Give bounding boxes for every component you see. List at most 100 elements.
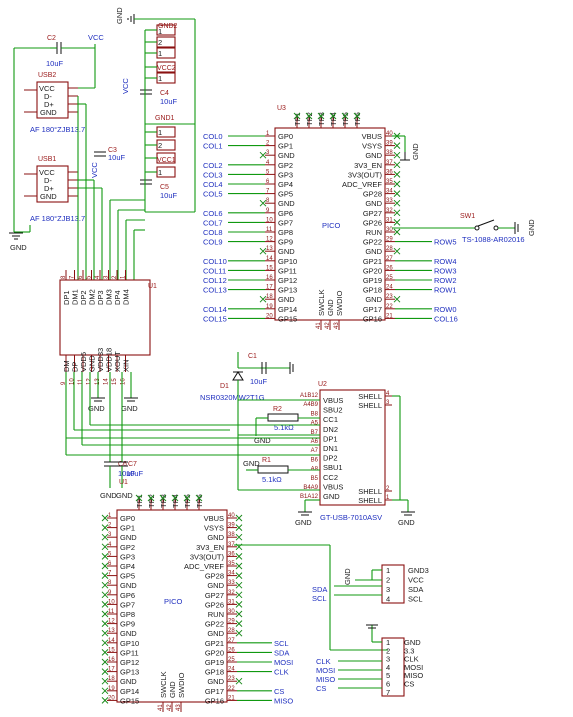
- u4-left-pin: GP3: [120, 552, 135, 561]
- u4-bottom-pin: SWCLK: [159, 671, 168, 698]
- gnd-label-c6: GND: [100, 491, 117, 500]
- u3-left-pin-num: 20: [266, 313, 273, 319]
- u4-right-pin: GP19: [205, 658, 224, 667]
- u4-right-pin-num: 21: [228, 695, 235, 701]
- conn-spi-net-miso: MISO: [316, 675, 335, 684]
- u3-left-pin: GP14: [278, 305, 297, 314]
- schematic-canvas: GND USB2 VCC D- D+ GND AF 180°ZJB13.7 US…: [9, 7, 536, 712]
- pin-1c: 1: [158, 74, 162, 83]
- u4-left-pin: GP4: [120, 562, 135, 571]
- u4-right-pin-num: 32: [228, 590, 235, 596]
- u4-left-pin: GP13: [120, 668, 139, 677]
- r1-resistor: R1 5.1kΩ GND: [243, 457, 320, 484]
- u4-left-pin: GP8: [120, 610, 135, 619]
- u4-right-pins: VBUS 40VSYS 39GND 383V3_EN 373V3(OUT) 36ADC_V…: [184, 513, 243, 705]
- u4-name: PICO: [164, 597, 183, 606]
- u1-top-pins: DP18DM17DP26DM25DP34DM33DP42DM41: [61, 270, 131, 305]
- u2-left-pin-num: B6: [311, 457, 319, 463]
- u3-left-pin-num: 13: [266, 246, 273, 252]
- u3-right-pin: RUN: [366, 228, 382, 237]
- u4-left-pin-num: 10: [108, 599, 115, 605]
- u2-left-pins: VBUSSBU2CC1DN2DP1DN1DP2SBU1CC2VBUSGNDA1B…: [300, 393, 343, 501]
- r1-ref: R1: [262, 457, 271, 464]
- u3-right-pin-num: 25: [386, 275, 393, 281]
- u3-left-pin: GND: [278, 247, 295, 256]
- c5-capacitor: C5 10uF: [140, 179, 178, 200]
- u4-left-pin-num: 17: [108, 667, 115, 673]
- u3-left-pin: GP4: [278, 180, 293, 189]
- u3-right-pin-num: 33: [386, 198, 393, 204]
- u4-right-pin-num: 35: [228, 561, 235, 567]
- u3-right-pin: VBUS: [362, 132, 382, 141]
- usb1-pin-gnd: GND: [40, 192, 57, 201]
- c7-value: 10uF: [126, 469, 144, 478]
- u4-right-pin-num: 39: [228, 523, 235, 529]
- pin-1d: 1: [158, 128, 162, 137]
- conn-spi-label: CS: [404, 680, 414, 689]
- usb2-pin-gnd: GND: [40, 108, 57, 117]
- u2-left-pin-num: B1A12: [300, 494, 319, 500]
- u4-top-pins: TP1 TP2 TP3 TP4 TP5 TP6: [135, 494, 204, 510]
- u3-name: PICO: [322, 221, 341, 230]
- u4-right-pin: GP16: [205, 696, 224, 705]
- u4-right-pin-num: 24: [228, 667, 235, 673]
- u3-right-pin-num: 35: [386, 179, 393, 185]
- u3-left-pin: GP0: [278, 132, 293, 141]
- conn-i2c-label: SDA: [408, 585, 423, 594]
- u4-net-label-right: CS: [274, 687, 284, 696]
- u3-right-pin: GP17: [363, 305, 382, 314]
- d1-part: NSR0320MW2T1G: [200, 393, 265, 402]
- u3-net-label-right: COL16: [434, 314, 458, 323]
- u4-net-label-right: MOSI: [274, 658, 293, 667]
- sw1-part: TS-1088-AR02016: [462, 235, 525, 244]
- gnd-label-u3: GND: [411, 143, 420, 160]
- u3-left-pin: GP11: [278, 266, 297, 275]
- c2-ref: C2: [47, 35, 56, 42]
- vcc-label-top: VCC: [88, 33, 104, 42]
- u4-left-pin-num: 12: [108, 619, 115, 625]
- u4-net-label-right: SDA: [274, 648, 289, 657]
- u3-left-pins: GP01GP12GND3GP24GP35GP46GP57GND8GP69GP71…: [265, 131, 297, 323]
- u3-right-pins: VBUS 40VSYS 39GND 383V3_EN 373V3(OUT) 36ADC_V…: [342, 131, 401, 323]
- u2-left-pin-num: A5: [311, 421, 319, 427]
- u3-left-pin-num: 18: [266, 294, 273, 300]
- u3-net-label-left: COL2: [203, 161, 223, 170]
- u3-right-pin: GP26: [363, 218, 382, 227]
- u4-left-pin: GND: [120, 581, 137, 590]
- u1-bottom-pin-num: 11: [78, 378, 84, 385]
- u4-bottom-pin-num: 43: [176, 704, 182, 711]
- usb2-ref: USB2: [38, 72, 56, 79]
- u4-left-pin: GP14: [120, 687, 139, 696]
- u3-left-pin-num: 15: [266, 265, 273, 271]
- u4-right-pin: VSYS: [204, 524, 224, 533]
- u3-right-pin: GND: [365, 247, 382, 256]
- conn-i2c-label: GND3: [408, 566, 429, 575]
- u2-ref: U2: [318, 381, 327, 388]
- u3-left-pin-num: 14: [266, 256, 273, 262]
- u3-bottom-pin-num: 43: [334, 322, 340, 329]
- u2-part: GT-USB-7010ASV: [320, 513, 382, 522]
- u3-right-pin-num: 36: [386, 169, 393, 175]
- conn-i2c-pin: 2: [386, 576, 390, 585]
- u2-left-pin: CC2: [323, 473, 338, 482]
- u3-right-pin-num: 32: [386, 208, 393, 214]
- usb2-connector: USB2 VCC D- D+ GND AF 180°ZJB13.7: [24, 72, 85, 134]
- gnd-label-usb: GND: [10, 243, 27, 252]
- u4-right-pin: 3V3(OUT): [190, 552, 225, 561]
- u4-right-pin: GND: [207, 533, 224, 542]
- u3-right-pin: GP18: [363, 286, 382, 295]
- u2-left-pin-num: A6: [311, 439, 319, 445]
- pin-1a: 1: [158, 27, 162, 36]
- conn-i2c-pin: 1: [386, 566, 390, 575]
- u3-left-nets: COL0COL1 COL2COL3COL4COL5 COL6COL7COL8COL9…: [203, 132, 267, 323]
- u3-net-label-left: COL12: [203, 276, 227, 285]
- u1-bottom-pin-num: 14: [104, 378, 110, 385]
- u3-left-pin: GP2: [278, 161, 293, 170]
- u1-top-pin: DM4: [122, 289, 131, 305]
- gnd-label-u2r: GND: [398, 518, 415, 527]
- pin-1b: 1: [158, 49, 162, 58]
- u3-right-pin-num: 26: [386, 265, 393, 271]
- u4-bottom-pin-num: 42: [167, 704, 173, 711]
- u3-left-pin: GP1: [278, 142, 293, 151]
- gnd-label-u1: GND: [88, 404, 105, 413]
